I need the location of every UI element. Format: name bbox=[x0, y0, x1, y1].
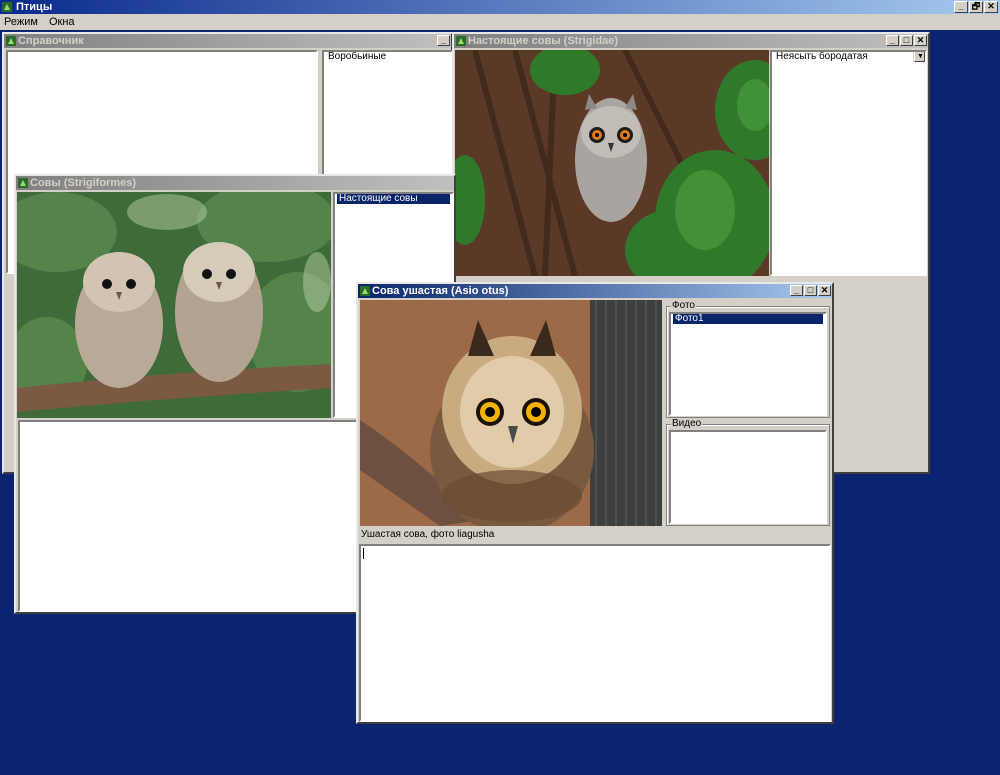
order-list-item[interactable]: Воробьиные bbox=[326, 52, 449, 62]
family-list-item[interactable]: Настоящие совы bbox=[337, 194, 450, 205]
reference-titlebar[interactable]: Справочник _ bbox=[4, 34, 451, 48]
description-textarea[interactable] bbox=[359, 544, 831, 722]
asio-minimize-button[interactable]: _ bbox=[790, 285, 803, 296]
strigiformes-titlebar[interactable]: Совы (Strigiformes) bbox=[16, 176, 454, 190]
species-list-item[interactable]: Неясыть бородатая bbox=[774, 52, 911, 62]
app-restore-button[interactable]: 🗗 bbox=[969, 1, 983, 13]
video-group-label: Видео bbox=[671, 418, 703, 429]
scroll-down-icon[interactable]: ▼ bbox=[914, 52, 925, 63]
photo-caption: Ушастая сова, фото liagusha bbox=[361, 529, 495, 540]
window-bird-icon bbox=[360, 286, 370, 296]
app-minimize-button[interactable]: _ bbox=[954, 1, 968, 13]
asio-maximize-button[interactable]: □ bbox=[804, 285, 817, 296]
window-bird-icon bbox=[456, 36, 466, 46]
photo-group: Фото Фото1Фото2Фото3Фото4 bbox=[666, 300, 830, 418]
reference-minimize-button[interactable]: _ bbox=[437, 35, 450, 46]
window-bird-icon bbox=[18, 178, 28, 188]
video-group: Видео bbox=[666, 418, 830, 526]
photo-group-label: Фото bbox=[671, 300, 696, 311]
reference-title: Справочник bbox=[18, 35, 84, 47]
asio-close-button[interactable]: ✕ bbox=[818, 285, 831, 296]
menu-bar: Режим Окна bbox=[0, 14, 1000, 30]
long-eared-owl-photo bbox=[360, 300, 662, 526]
app-bird-icon bbox=[2, 2, 12, 12]
text-caret bbox=[363, 548, 364, 559]
menu-mode[interactable]: Режим bbox=[0, 14, 42, 30]
species-scrollbar[interactable]: ▲ ▼ bbox=[913, 52, 925, 63]
strigidae-title: Настоящие совы (Strigidae) bbox=[468, 35, 619, 47]
strigiformes-title: Совы (Strigiformes) bbox=[30, 177, 136, 189]
strigidae-titlebar[interactable]: Настоящие совы (Strigidae) _ □ ✕ bbox=[454, 34, 928, 48]
photo-list[interactable]: Фото1Фото2Фото3Фото4 bbox=[669, 312, 827, 416]
strigidae-close-button[interactable]: ✕ bbox=[914, 35, 927, 46]
species-list[interactable]: Неясыть бородатаяНеясыть длиннохвостаяНе… bbox=[770, 50, 927, 276]
owlets-photo bbox=[17, 192, 331, 418]
scops-owl-photo bbox=[455, 50, 769, 276]
strigidae-maximize-button[interactable]: □ bbox=[900, 35, 913, 46]
asio-titlebar[interactable]: Сова ушастая (Asio otus) _ □ ✕ bbox=[358, 284, 832, 298]
menu-windows[interactable]: Окна bbox=[45, 14, 79, 30]
photo-list-item[interactable]: Фото1 bbox=[673, 314, 823, 325]
asio-title: Сова ушастая (Asio otus) bbox=[372, 285, 509, 297]
app-title: Птицы bbox=[16, 1, 53, 13]
strigidae-minimize-button[interactable]: _ bbox=[886, 35, 899, 46]
app-close-button[interactable]: ✕ bbox=[984, 1, 998, 13]
app-title-bar: Птицы _ 🗗 ✕ bbox=[0, 0, 1000, 14]
asio-window[interactable]: Сова ушастая (Asio otus) _ □ ✕ Фото Фото… bbox=[356, 282, 834, 724]
video-list[interactable] bbox=[669, 430, 827, 524]
window-bird-icon bbox=[6, 36, 16, 46]
